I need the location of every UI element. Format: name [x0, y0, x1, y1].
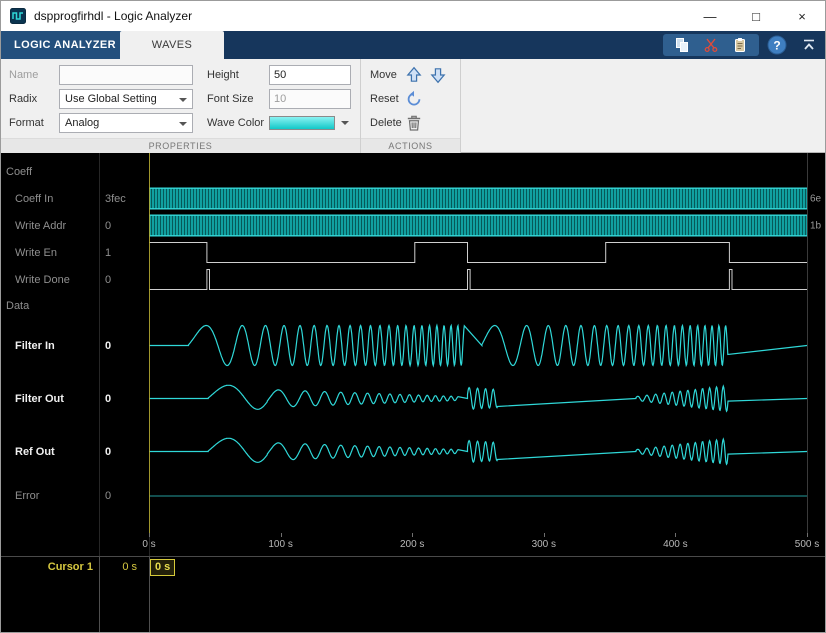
delete-label: Delete: [370, 113, 402, 133]
reset-icon[interactable]: [405, 90, 423, 108]
move-label: Move: [370, 65, 397, 85]
time-axis-label: 500 s: [795, 539, 819, 550]
signal-name-filter-out[interactable]: Filter Out: [15, 393, 64, 405]
signal-value-filter-in: 0: [105, 340, 111, 352]
wave-color-swatch[interactable]: [269, 116, 335, 130]
move-up-icon[interactable]: [405, 66, 423, 84]
signal-value-write-en: 1: [105, 247, 111, 259]
cursor-marker[interactable]: 0 s: [150, 559, 175, 576]
time-axis-tick: [675, 533, 676, 537]
svg-text:?: ?: [773, 39, 780, 53]
signal-name-coeff[interactable]: Coeff: [6, 166, 32, 178]
time-axis-tick: [412, 533, 413, 537]
delete-icon[interactable]: [405, 114, 423, 132]
radix-label: Radix: [9, 89, 37, 109]
properties-section: Name Radix Use Global Setting Format Ana…: [1, 59, 361, 153]
signal-name-ref-out[interactable]: Ref Out: [15, 446, 55, 458]
cursor-label[interactable]: Cursor 1: [1, 561, 93, 573]
font-size-input: [269, 89, 351, 109]
signal-name-filter-in[interactable]: Filter In: [15, 340, 55, 352]
bus-end-value-coeff-in: 6e: [810, 193, 821, 204]
format-label: Format: [9, 113, 44, 133]
signal-value-write-done: 0: [105, 274, 111, 286]
move-down-icon[interactable]: [429, 66, 447, 84]
copy-icon[interactable]: [674, 37, 690, 53]
wave-panel[interactable]: Coeff Coeff In 3fec 6e Write Addr 0 1b Write En…: [1, 153, 826, 556]
time-axis-label: 300 s: [532, 539, 556, 550]
height-input[interactable]: [269, 65, 351, 85]
chevron-down-icon: [179, 122, 187, 126]
height-label: Height: [207, 65, 239, 85]
time-axis-label: 200 s: [400, 539, 424, 550]
properties-section-label: PROPERTIES: [1, 138, 360, 153]
waves-toolbar: Name Radix Use Global Setting Format Ana…: [1, 59, 825, 153]
signal-value-coeff-in: 3fec: [105, 193, 126, 205]
waveform-plot[interactable]: [149, 153, 807, 556]
tab-waves[interactable]: WAVES: [120, 31, 224, 59]
wave-color-dropdown-icon[interactable]: [341, 121, 349, 125]
collapse-toolstrip-icon[interactable]: [801, 37, 817, 53]
actions-section: Move Reset Delete ACTIONS: [361, 59, 461, 153]
time-axis-tick: [281, 533, 282, 537]
format-dropdown[interactable]: Analog: [59, 113, 193, 133]
signal-name-write-en[interactable]: Write En: [15, 247, 57, 259]
close-button[interactable]: ×: [779, 1, 825, 31]
signal-name-error[interactable]: Error: [15, 490, 39, 502]
time-axis-tick: [149, 533, 150, 537]
signal-value-write-addr: 0: [105, 220, 111, 232]
window-controls: — □ ×: [687, 1, 825, 31]
names-values-divider: [99, 153, 100, 556]
time-axis-tick: [544, 533, 545, 537]
quick-access-toolbar: [663, 34, 759, 56]
font-size-label: Font Size: [207, 89, 253, 109]
name-input: [59, 65, 193, 85]
time-axis-label: 0 s: [142, 539, 155, 550]
cut-icon[interactable]: [703, 37, 719, 53]
cursor-panel: Cursor 1 0 s 0 s: [1, 556, 826, 633]
signal-value-ref-out: 0: [105, 446, 111, 458]
signal-name-write-addr[interactable]: Write Addr: [15, 220, 66, 232]
chevron-down-icon: [179, 98, 187, 102]
toolstrip-tabbar: LOGIC ANALYZER WAVES ?: [1, 31, 825, 59]
radix-dropdown[interactable]: Use Global Setting: [59, 89, 193, 109]
time-axis-tick: [807, 533, 808, 537]
actions-section-label: ACTIONS: [361, 138, 460, 153]
name-label: Name: [9, 65, 38, 85]
plot-right-edge: [807, 153, 808, 534]
maximize-button[interactable]: □: [733, 1, 779, 31]
app-icon: [10, 8, 26, 24]
signal-name-write-done[interactable]: Write Done: [15, 274, 70, 286]
time-axis-label: 400 s: [663, 539, 687, 550]
signal-name-coeff-in[interactable]: Coeff In: [15, 193, 53, 205]
time-axis-label: 100 s: [268, 539, 292, 550]
paste-icon[interactable]: [732, 37, 748, 53]
signal-name-data[interactable]: Data: [6, 300, 29, 312]
wave-color-label: Wave Color: [207, 113, 264, 133]
window-title: dspprogfirhdl - Logic Analyzer: [34, 9, 192, 23]
radix-value: Use Global Setting: [65, 93, 157, 105]
cursor-time-value: 0 s: [99, 561, 143, 573]
format-value: Analog: [65, 117, 99, 129]
tab-logic-analyzer[interactable]: LOGIC ANALYZER: [1, 31, 129, 59]
signal-value-filter-out: 0: [105, 393, 111, 405]
bus-end-value-write-addr: 1b: [810, 220, 821, 231]
reset-label: Reset: [370, 89, 399, 109]
help-icon[interactable]: ?: [767, 35, 787, 55]
titlebar: dspprogfirhdl - Logic Analyzer — □ ×: [1, 1, 825, 31]
signal-value-error: 0: [105, 490, 111, 502]
logic-analyzer-window: dspprogfirhdl - Logic Analyzer — □ × LOG…: [0, 0, 826, 633]
minimize-button[interactable]: —: [687, 1, 733, 31]
